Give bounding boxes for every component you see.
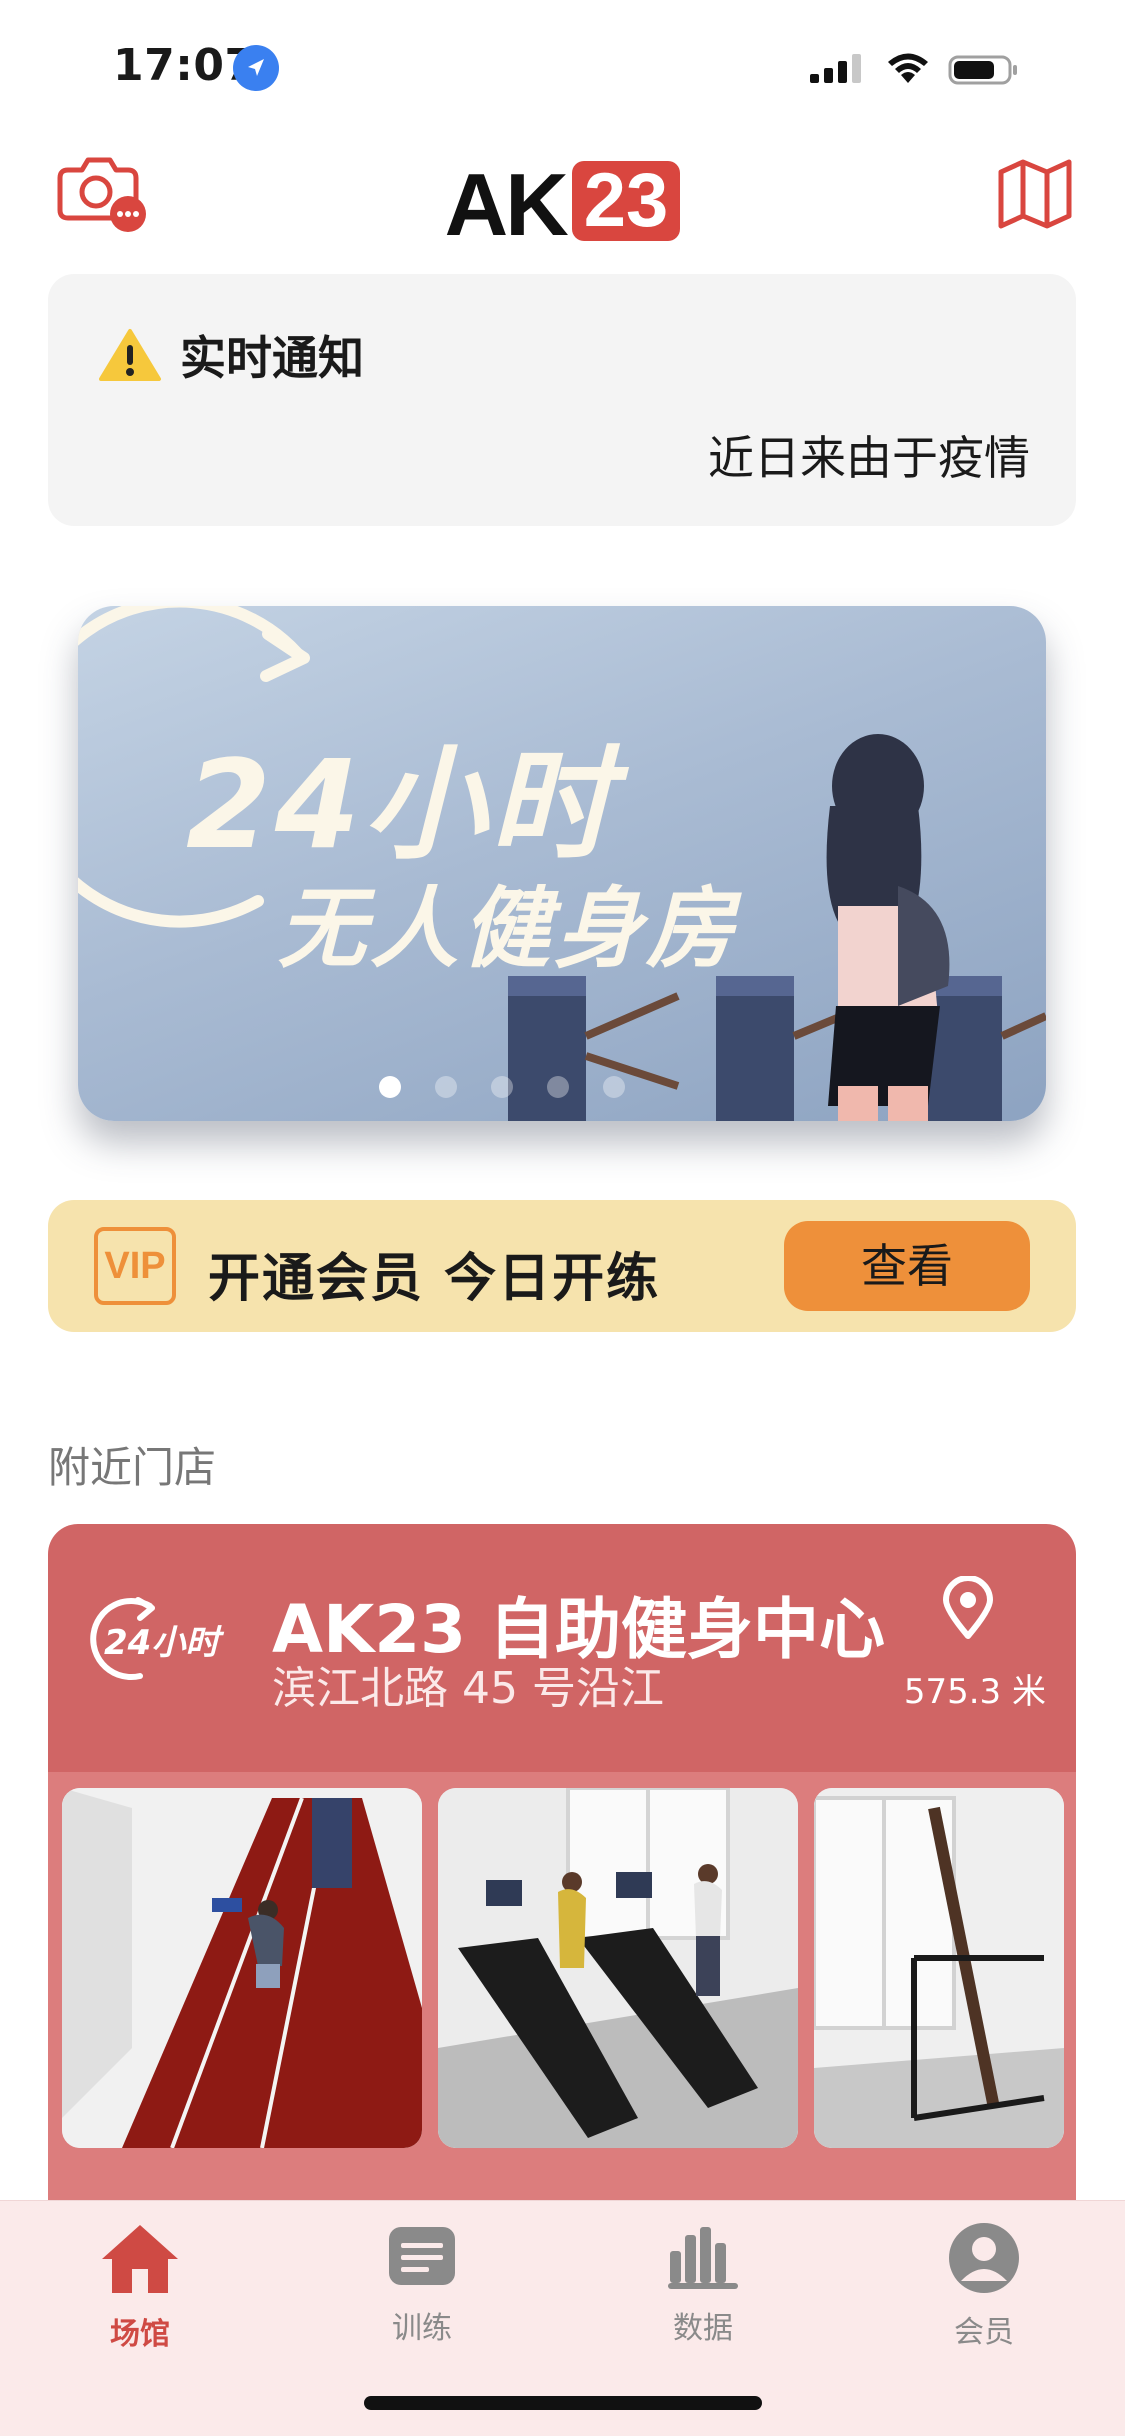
brand-logo: AK 23: [0, 154, 1125, 256]
carousel-dot[interactable]: [491, 1076, 513, 1098]
document-icon: [389, 2227, 455, 2285]
app-header: AK 23: [0, 136, 1125, 268]
promo-banner[interactable]: 24小时 无人健身房: [78, 606, 1046, 1121]
turnstile-illustration: [508, 976, 1046, 1121]
carousel-dot[interactable]: [379, 1076, 401, 1098]
notice-title: 实时通知: [180, 331, 364, 385]
store-card[interactable]: 24小时 AK23 自助健身中心 滨江北路 45 号沿江 575.3 米: [48, 1524, 1076, 2244]
store-address: 滨江北路 45 号沿江: [272, 1663, 664, 1714]
nearby-stores-heading: 附近门店: [48, 1443, 217, 1492]
store-photo-strip[interactable]: [48, 1772, 1076, 2244]
tab-label: 会员: [954, 2315, 1014, 2350]
user-icon: [949, 2223, 1019, 2293]
store-photo-track[interactable]: [62, 1788, 422, 2148]
warning-icon: [99, 329, 161, 381]
tab-venue[interactable]: 场馆: [40, 2221, 240, 2353]
store-distance: 575.3 米: [903, 1672, 1046, 1712]
vip-badge-icon: VIP: [94, 1227, 176, 1305]
brand-number: 23: [571, 161, 681, 241]
carousel-dot[interactable]: [603, 1076, 625, 1098]
tab-label: 数据: [673, 2311, 733, 2346]
view-vip-button[interactable]: 查看: [784, 1221, 1030, 1311]
tab-data[interactable]: 数据: [603, 2221, 803, 2347]
notice-marquee-text: 近日来由于疫情: [708, 431, 1030, 485]
treadmill-room-illustration: [438, 1788, 798, 2148]
home-icon: [102, 2225, 178, 2293]
tab-label: 训练: [392, 2311, 452, 2346]
vip-promo-bar: VIP 开通会员 今日开练 查看: [48, 1200, 1076, 1332]
climber-machine-illustration: [814, 1788, 1064, 2148]
location-arrow-icon: [233, 45, 279, 91]
brand-letters: AK: [444, 155, 569, 254]
tab-membership[interactable]: 会员: [884, 2221, 1084, 2351]
vip-promo-text: 开通会员 今日开练: [208, 1249, 661, 1309]
store-24h-logo: 24小时: [90, 1597, 224, 1681]
battery-icon: [948, 55, 1017, 85]
tab-label: 场馆: [110, 2317, 170, 2352]
map-button[interactable]: [997, 158, 1073, 230]
bar-chart-icon: [668, 2227, 738, 2289]
banner-headline: 24小时: [186, 734, 616, 876]
store-photo-climber[interactable]: [814, 1788, 1064, 2148]
track-room-illustration: [62, 1788, 422, 2148]
store-photo-treadmills[interactable]: [438, 1788, 798, 2148]
store-logo-text: 24小时: [104, 1623, 224, 1663]
notice-card[interactable]: 实时通知 近日来由于疫情: [48, 274, 1076, 526]
cellular-signal-icon: [810, 54, 861, 83]
carousel-pagination: [78, 1076, 1046, 1098]
carousel-dot[interactable]: [547, 1076, 569, 1098]
location-pin-icon: [943, 1576, 993, 1639]
status-bar: 17:07: [0, 0, 1125, 136]
home-indicator: [364, 2396, 762, 2410]
carousel-dot[interactable]: [435, 1076, 457, 1098]
tab-training[interactable]: 训练: [322, 2221, 522, 2347]
woman-illustration: [826, 734, 950, 1121]
map-icon: [998, 159, 1072, 229]
notice-header: 实时通知: [98, 322, 364, 388]
banner-subheadline: 无人健身房: [278, 877, 739, 980]
wifi-icon: [888, 53, 928, 83]
status-indicators: [808, 50, 1020, 90]
